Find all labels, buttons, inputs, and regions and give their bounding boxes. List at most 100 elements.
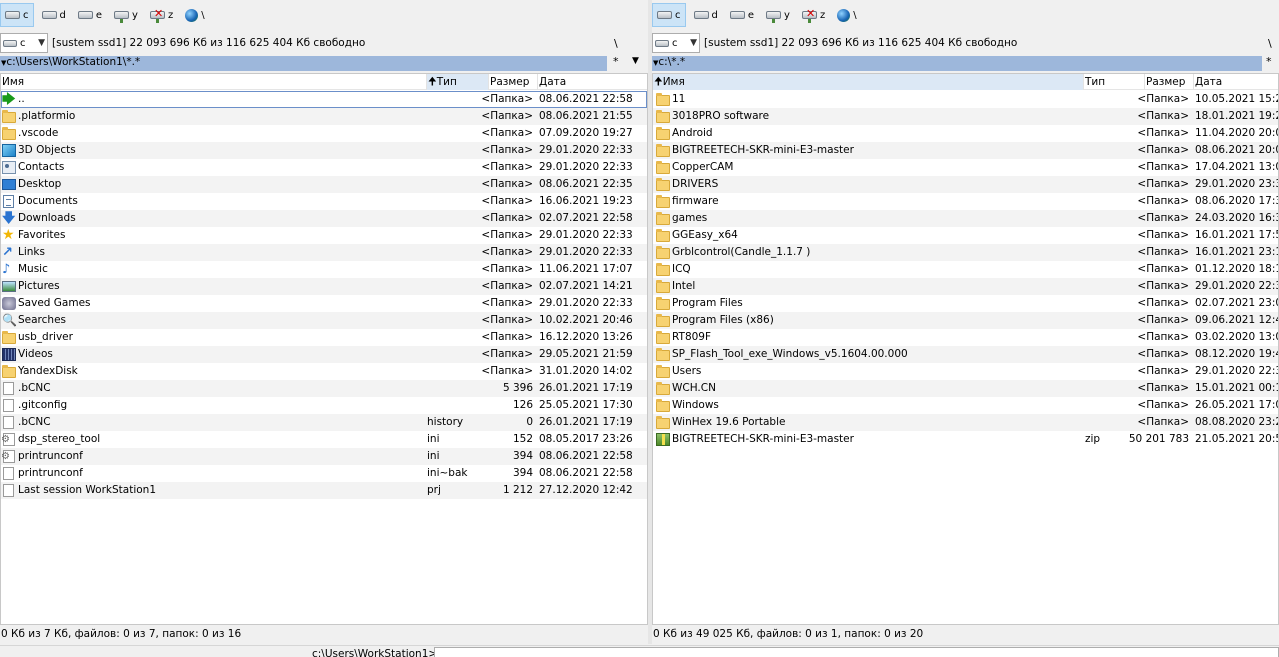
file-row[interactable]: .platformio <Папка> 08.06.2021 21:55 xyxy=(1,108,647,125)
drive-button-e[interactable]: e xyxy=(74,3,106,27)
drive-button-y[interactable]: y xyxy=(110,3,142,27)
file-row[interactable]: WCH.CN <Папка> 15.01.2021 00:11 xyxy=(653,380,1278,397)
drive-button-bar: c d e y z \ xyxy=(0,2,213,28)
file-name: RT809F xyxy=(672,331,712,343)
file-row[interactable]: BIGTREETECH-SKR-mini-E3-master <Папка> 08.… xyxy=(653,142,1278,159)
file-row[interactable]: Program Files (x86) <Папка> 09.06.2021 12:… xyxy=(653,312,1278,329)
folder-icon xyxy=(656,194,670,208)
file-row[interactable]: Program Files <Папка> 02.07.2021 23:00 xyxy=(653,295,1278,312)
file-row[interactable]: Videos <Папка> 29.05.2021 21:59 xyxy=(1,346,647,363)
file-row[interactable]: ICQ <Папка> 01.12.2020 18:13 xyxy=(653,261,1278,278)
file-row[interactable]: DRIVERS <Папка> 29.01.2020 23:34 xyxy=(653,176,1278,193)
drive-info-row: c ▼ [sustem ssd1] 22 093 696 Кб из 116 62… xyxy=(0,32,648,54)
folder-icon xyxy=(2,330,16,344)
file-size: <Папка> xyxy=(1137,127,1189,139)
file-row[interactable]: Pictures <Папка> 02.07.2021 14:21 xyxy=(1,278,647,295)
file-row[interactable]: CopperCAM <Папка> 17.04.2021 13:08 xyxy=(653,159,1278,176)
drive-button-c[interactable]: c xyxy=(0,3,34,27)
drive-button-d[interactable]: d xyxy=(690,3,722,27)
file-row[interactable]: 🔍 Searches <Папка> 10.02.2021 20:46 xyxy=(1,312,647,329)
hotlist-button[interactable]: * xyxy=(613,55,619,68)
file-row[interactable]: SP_Flash_Tool_exe_Windows_v5.1604.00.000… xyxy=(653,346,1278,363)
file-row[interactable]: dsp_stereo_toolini15208.05.2017 23:26 xyxy=(1,431,647,448)
drive-button-d[interactable]: d xyxy=(38,3,70,27)
file-row[interactable]: Users <Папка> 29.01.2020 22:36 xyxy=(653,363,1278,380)
file-list[interactable]: 🠉Имя Тип Размер Дата 11 <Папка> 10.05.2021… xyxy=(652,73,1279,625)
file-row[interactable]: ↗ Links <Папка> 29.01.2020 22:33 xyxy=(1,244,647,261)
file-row[interactable]: WinHex 19.6 Portable <Папка> 08.08.2020 23… xyxy=(653,414,1278,431)
file-row[interactable]: firmware <Папка> 08.06.2020 17:35 xyxy=(653,193,1278,210)
file-row[interactable]: Last session WorkStation1 prj 1 212 27.12.2… xyxy=(1,482,647,499)
file-date: 10.02.2021 20:46 xyxy=(539,314,633,326)
file-size: <Папка> xyxy=(1137,280,1189,292)
column-name[interactable]: 🠉Имя xyxy=(653,74,1084,90)
folder-icon xyxy=(656,330,670,344)
file-icon xyxy=(3,382,14,395)
file-date: 02.07.2021 22:58 xyxy=(539,212,633,224)
file-row[interactable]: printrunconf ini~bak 394 08.06.2021 22:58 xyxy=(1,465,647,482)
drive-combo[interactable]: c ▼ xyxy=(0,33,48,53)
column-size[interactable]: Размер xyxy=(1145,74,1194,90)
file-row[interactable]: 3018PRO software <Папка> 18.01.2021 19:22 xyxy=(653,108,1278,125)
column-header: Имя 🠉Тип Размер Дата xyxy=(1,74,647,90)
drive-button-e[interactable]: e xyxy=(726,3,758,27)
file-row[interactable]: Grblcontrol(Candle_1.1.7 ) <Папка> 16.01.2… xyxy=(653,244,1278,261)
command-input[interactable] xyxy=(434,647,1279,657)
root-dir-button[interactable]: \ xyxy=(1268,37,1272,50)
file-row[interactable]: .vscode <Папка> 07.09.2020 19:27 xyxy=(1,125,647,142)
path-bar[interactable]: ▼c:\*.* xyxy=(652,56,1262,71)
drive-button-c[interactable]: c xyxy=(652,3,686,27)
file-row[interactable]: RT809F <Папка> 03.02.2020 13:01 xyxy=(653,329,1278,346)
file-row[interactable]: 🡇 Downloads <Папка> 02.07.2021 22:58 xyxy=(1,210,647,227)
file-size: 394 xyxy=(512,450,533,462)
column-name[interactable]: Имя xyxy=(1,74,427,90)
file-size: <Папка> xyxy=(481,110,533,122)
file-name-cell: Android xyxy=(656,125,1076,142)
file-name: GGEasy_x64 xyxy=(672,229,738,241)
file-list[interactable]: Имя 🠉Тип Размер Дата 🡆.. <Папка> 08.06.202… xyxy=(0,73,648,625)
file-row[interactable]: Android <Папка> 11.04.2020 20:08 xyxy=(653,125,1278,142)
column-ext[interactable]: Тип xyxy=(1084,74,1145,90)
root-dir-button[interactable]: \ xyxy=(614,37,618,50)
file-row[interactable]: Documents <Папка> 16.06.2021 19:23 xyxy=(1,193,647,210)
folder-icon xyxy=(656,364,670,378)
file-name: Users xyxy=(672,365,702,377)
column-date[interactable]: Дата xyxy=(538,74,647,90)
file-row[interactable]: Desktop <Папка> 08.06.2021 22:35 xyxy=(1,176,647,193)
history-dropdown-button[interactable]: ▼ xyxy=(632,56,639,66)
drive-button-z[interactable]: z xyxy=(798,3,829,27)
drive-button-network[interactable]: \ xyxy=(181,3,208,27)
drive-button-z[interactable]: z xyxy=(146,3,177,27)
file-name: DRIVERS xyxy=(672,178,719,190)
file-row[interactable]: Windows <Папка> 26.05.2021 17:07 xyxy=(653,397,1278,414)
file-row[interactable]: 11 <Папка> 10.05.2021 15:25 xyxy=(653,91,1278,108)
file-row[interactable]: .bCNC history 0 26.01.2021 17:19 xyxy=(1,414,647,431)
drive-button-y[interactable]: y xyxy=(762,3,794,27)
column-ext[interactable]: 🠉Тип xyxy=(427,74,489,90)
hotlist-button[interactable]: * xyxy=(1266,55,1272,68)
drive-combo[interactable]: c ▼ xyxy=(652,33,700,53)
file-row[interactable]: printrunconfini39408.06.2021 22:58 xyxy=(1,448,647,465)
file-row[interactable]: BIGTREETECH-SKR-mini-E3-master zip 50 201 … xyxy=(653,431,1278,448)
path-bar[interactable]: ▼c:\Users\WorkStation1\*.* xyxy=(0,56,607,71)
file-row[interactable]: usb_driver <Папка> 16.12.2020 13:26 xyxy=(1,329,647,346)
file-date: 29.05.2021 21:59 xyxy=(539,348,633,360)
column-size[interactable]: Размер xyxy=(489,74,538,90)
file-row[interactable]: YandexDisk <Папка> 31.01.2020 14:02 xyxy=(1,363,647,380)
file-row[interactable]: games <Папка> 24.03.2020 16:33 xyxy=(653,210,1278,227)
file-row[interactable]: ♪ Music <Папка> 11.06.2021 17:07 xyxy=(1,261,647,278)
file-row[interactable]: ★ Favorites <Папка> 29.01.2020 22:33 xyxy=(1,227,647,244)
drive-button-network[interactable]: \ xyxy=(833,3,860,27)
file-row[interactable]: Intel <Папка> 29.01.2020 22:35 xyxy=(653,278,1278,295)
file-date: 29.01.2020 22:33 xyxy=(539,246,633,258)
file-row[interactable]: GGEasy_x64 <Папка> 16.01.2021 17:55 xyxy=(653,227,1278,244)
file-row[interactable]: 🡆.. <Папка> 08.06.2021 22:58 xyxy=(1,91,647,108)
file-row[interactable]: .gitconfig 126 25.05.2021 17:30 xyxy=(1,397,647,414)
file-row[interactable]: Contacts <Папка> 29.01.2020 22:33 xyxy=(1,159,647,176)
file-size: <Папка> xyxy=(481,280,533,292)
music-icon: ♪ xyxy=(2,262,11,277)
file-row[interactable]: .bCNC 5 396 26.01.2021 17:19 xyxy=(1,380,647,397)
column-date[interactable]: Дата xyxy=(1194,74,1278,90)
file-row[interactable]: Saved Games <Папка> 29.01.2020 22:33 xyxy=(1,295,647,312)
file-row[interactable]: 3D Objects <Папка> 29.01.2020 22:33 xyxy=(1,142,647,159)
